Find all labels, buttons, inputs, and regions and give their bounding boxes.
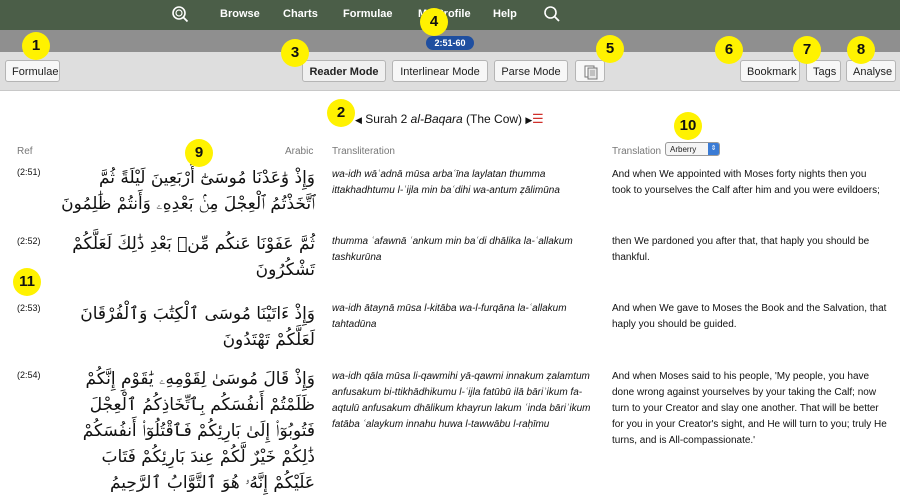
translator-select-value: Arberry	[670, 145, 697, 154]
translator-select[interactable]: Arberry ⇕	[665, 142, 720, 156]
callout-marker: 9	[185, 139, 213, 167]
callout-marker: 7	[793, 36, 821, 64]
verse-arabic: وَإِذْ ءَاتَيْنَا مُوسَى ٱلْكِتَٰبَ وَٱل…	[80, 304, 315, 350]
callout-marker: 10	[674, 112, 702, 140]
verse-arabic: وَإِذْ وَٰعَدْنَا مُوسَىٰٓ أَرْبَعِينَ ل…	[61, 168, 315, 214]
callout-marker: 4	[420, 8, 448, 36]
verse-transliteration: wa-idh ātaynā mūsa l-kitāba wa-l-furqāna…	[332, 303, 567, 330]
surah-title: ◀ Surah 2 al-Baqara (The Cow) ▶	[355, 112, 532, 126]
nav-charts[interactable]: Charts	[283, 8, 318, 20]
callout-marker: 11	[13, 268, 41, 296]
nav-formulae[interactable]: Formulae	[343, 8, 393, 20]
verse-arabic: وَإِذْ قَالَ مُوسَىٰ لِقَوْمِهِۦ يَٰقَوْ…	[82, 369, 315, 493]
verse-translation: then We pardoned you after that, that ha…	[612, 236, 870, 263]
bookmark-button[interactable]: Bookmark	[740, 60, 800, 82]
reader-mode-button[interactable]: Reader Mode	[302, 60, 386, 82]
copy-icon	[584, 65, 598, 80]
top-nav-bar: Browse Charts Formulae My Profile Help	[0, 0, 900, 30]
verse-translation: And when Moses said to his people, 'My p…	[612, 371, 887, 446]
column-header-arabic: Arabic	[285, 146, 314, 157]
verse-ref[interactable]: (2:52)	[17, 236, 41, 246]
verse-transliteration: wa-idh wāʿadnā mūsa arbaʿīna laylatan th…	[332, 169, 560, 196]
verse-arabic: ثُمَّ عَفَوْنَا عَنكُم مِّنۢ بَعْدِ ذَٰل…	[72, 234, 315, 280]
callout-marker: 3	[281, 39, 309, 67]
verse-ref[interactable]: (2:51)	[17, 167, 41, 177]
nav-browse[interactable]: Browse	[220, 8, 260, 20]
verse-range-badge[interactable]: 2:51-60	[426, 36, 474, 50]
search-concordance-icon[interactable]	[171, 5, 189, 23]
callout-marker: 1	[22, 32, 50, 60]
previous-surah-arrow[interactable]: ◀	[355, 115, 362, 125]
verse-transliteration: wa-idh qāla mūsa li-qawmihi yā-qawmi inn…	[332, 371, 591, 430]
column-header-ref: Ref	[17, 146, 33, 157]
analyse-button[interactable]: Analyse	[846, 60, 896, 82]
verse-ref[interactable]: (2:53)	[17, 303, 41, 313]
interlinear-mode-button[interactable]: Interlinear Mode	[392, 60, 488, 82]
nav-help[interactable]: Help	[493, 8, 517, 20]
callout-marker: 8	[847, 36, 875, 64]
surah-menu-icon[interactable]: ☰	[532, 111, 544, 127]
surah-number: Surah 2	[365, 112, 408, 126]
chevron-updown-icon: ⇕	[708, 143, 719, 155]
verse-translation: And when We gave to Moses the Book and t…	[612, 303, 887, 330]
callout-marker: 5	[596, 35, 624, 63]
callout-marker: 2	[327, 99, 355, 127]
surah-english-name: (The Cow)	[466, 112, 523, 126]
column-header-translation: Translation	[612, 146, 662, 157]
surah-name: al-Baqara	[410, 112, 463, 126]
callout-marker: 6	[715, 36, 743, 64]
column-header-transliteration: Transliteration	[332, 146, 395, 157]
verse-transliteration: thumma ʿafawnā ʿankum min baʿdi dhālika …	[332, 236, 573, 263]
search-icon[interactable]	[543, 5, 561, 23]
copy-button[interactable]	[575, 60, 605, 82]
formulae-button[interactable]: Formulae	[5, 60, 60, 82]
verse-translation: And when We appointed with Moses forty n…	[612, 169, 880, 196]
parse-mode-button[interactable]: Parse Mode	[494, 60, 568, 82]
verse-ref[interactable]: (2:54)	[17, 370, 41, 380]
